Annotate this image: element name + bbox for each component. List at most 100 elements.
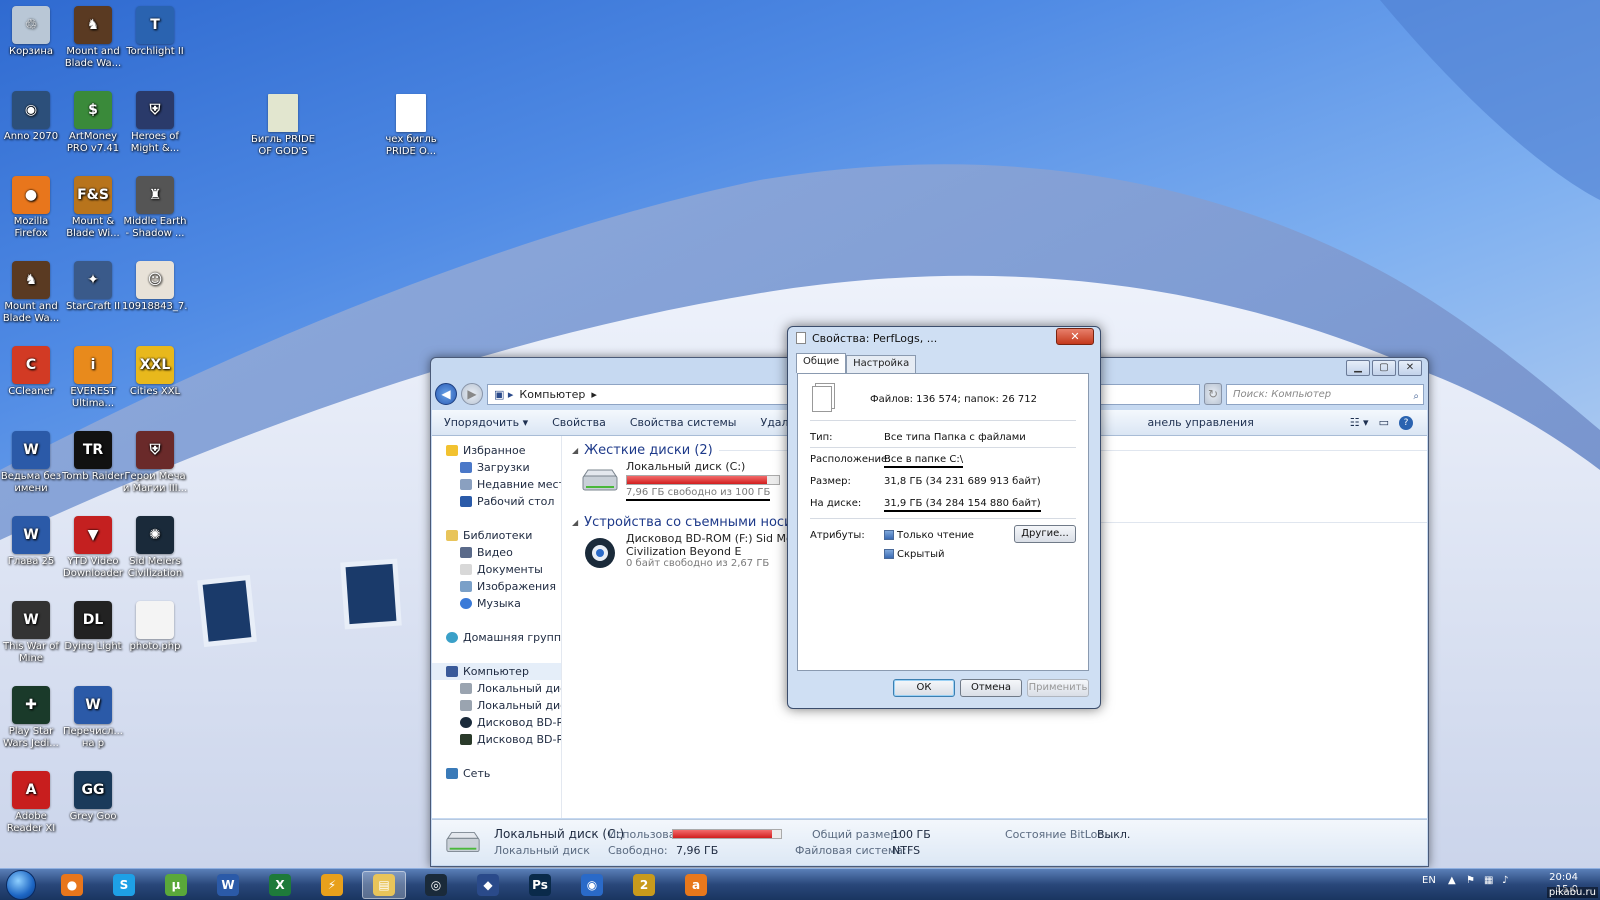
taskbar-app-skype[interactable]: S bbox=[102, 871, 146, 899]
desktop-icon[interactable]: ♞ Mount and Blade Wa... bbox=[0, 257, 62, 337]
nav-libraries[interactable]: Библиотеки bbox=[432, 527, 561, 544]
search-input[interactable]: Поиск: Компьютер ⌕ bbox=[1226, 383, 1424, 406]
details-drive-type: Локальный диск bbox=[494, 844, 590, 857]
desktop-icon[interactable]: W Глава 25 bbox=[0, 512, 62, 592]
desktop-icon[interactable]: W Ведьма без имени bbox=[0, 427, 62, 507]
nav-recent-places[interactable]: Недавние места bbox=[432, 476, 561, 493]
volume-icon[interactable]: ♪ bbox=[1502, 875, 1508, 886]
taskbar-app-word[interactable]: W bbox=[206, 871, 250, 899]
preview-pane-icon[interactable]: ▭ bbox=[1379, 416, 1389, 429]
taskbar-app-explorer[interactable]: ▤ bbox=[362, 871, 406, 899]
nav-bdrom-2[interactable]: Дисковод BD-ROM bbox=[432, 731, 561, 748]
organize-button[interactable]: Упорядочить ▾ bbox=[444, 416, 528, 429]
desktop-icon[interactable]: ✚ Play Star Wars Jedi... bbox=[0, 682, 62, 762]
desktop-icon[interactable]: W Перечисл... на р bbox=[62, 682, 124, 762]
taskbar-app-steam[interactable]: ◎ bbox=[414, 871, 458, 899]
desktop-icon[interactable]: GG Grey Goo bbox=[62, 767, 124, 847]
readonly-checkbox[interactable]: Только чтение bbox=[884, 530, 974, 541]
cancel-button[interactable]: Отмена bbox=[960, 679, 1022, 697]
desktop-icon[interactable]: ♜ Middle Earth - Shadow ... bbox=[123, 172, 187, 252]
start-button[interactable] bbox=[6, 870, 36, 900]
desktop-icon[interactable]: ● Mozilla Firefox bbox=[0, 172, 62, 252]
taskbar-app-photoshop[interactable]: Ps bbox=[518, 871, 562, 899]
desktop-icon[interactable]: i EVEREST Ultima... bbox=[62, 342, 124, 422]
nav-network[interactable]: Сеть bbox=[432, 765, 561, 782]
desktop-icon[interactable]: W This War of Mine bbox=[0, 597, 62, 677]
nav-video[interactable]: Видео bbox=[432, 544, 561, 561]
control-panel-button[interactable]: анель управления bbox=[1147, 416, 1253, 429]
tab-general[interactable]: Общие bbox=[796, 353, 847, 373]
taskbar-app-google-earth[interactable]: ◉ bbox=[570, 871, 614, 899]
desktop-icon[interactable]: C CCleaner bbox=[0, 342, 62, 422]
desktop-icon[interactable]: F&S Mount & Blade Wi... bbox=[62, 172, 124, 252]
action-center-flag-icon[interactable]: ⚑ bbox=[1466, 875, 1475, 886]
forward-button[interactable]: ▶ bbox=[461, 383, 483, 405]
ok-button[interactable]: ОК bbox=[893, 679, 955, 697]
nav-favorites[interactable]: Избранное bbox=[432, 442, 561, 459]
taskbar-app-game2[interactable]: 2 bbox=[622, 871, 666, 899]
chevron-right-icon[interactable]: ▸ bbox=[591, 388, 597, 401]
properties-button[interactable]: Свойства bbox=[552, 416, 606, 429]
nav-desktop[interactable]: Рабочий стол bbox=[432, 493, 561, 510]
taskbar-app-media-player[interactable]: ⚡ bbox=[310, 871, 354, 899]
close-button[interactable]: ✕ bbox=[1398, 360, 1422, 376]
apply-button[interactable]: Применить bbox=[1027, 679, 1089, 697]
show-hidden-icons[interactable]: ▲ bbox=[1448, 875, 1456, 886]
nav-drive-c[interactable]: Локальный диск (C bbox=[432, 680, 561, 697]
tab-customize[interactable]: Настройка bbox=[846, 355, 917, 373]
desktop-icon[interactable]: ♲ Корзина bbox=[0, 2, 62, 82]
desktop-icon[interactable]: T Torchlight II bbox=[124, 2, 186, 82]
close-button[interactable]: ✕ bbox=[1056, 328, 1094, 345]
taskbar-app-game[interactable]: ◆ bbox=[466, 871, 510, 899]
desktop-file-beagle-image[interactable]: Бигль PRIDE OF GOD'S LUI bbox=[251, 90, 315, 170]
refresh-button[interactable]: ↻ bbox=[1204, 383, 1222, 405]
desktop-icon[interactable]: photo.php bbox=[124, 597, 186, 677]
nav-music[interactable]: Музыка bbox=[432, 595, 561, 612]
desktop-icon[interactable]: ✺Sid Meiers Civilization ... bbox=[124, 512, 186, 592]
desktop-icon[interactable]: TR Tomb Raider bbox=[62, 427, 124, 507]
desktop-icon[interactable]: ☺ 10918843_7... bbox=[122, 257, 188, 337]
nav-homegroup[interactable]: Домашняя группа bbox=[432, 629, 561, 646]
other-attributes-button[interactable]: Другие... bbox=[1014, 525, 1076, 543]
language-indicator[interactable]: EN bbox=[1422, 875, 1436, 886]
hidden-checkbox[interactable]: Скрытый bbox=[884, 549, 945, 560]
desktop-icon[interactable]: ▼ YTD Video Downloader bbox=[62, 512, 124, 592]
nav-bdrom-1[interactable]: Дисковод BD-ROM bbox=[432, 714, 561, 731]
search-icon[interactable]: ⌕ bbox=[1413, 387, 1419, 406]
minimize-button[interactable]: ▁ bbox=[1346, 360, 1370, 376]
desktop-icon[interactable]: $ ArtMoney PRO v7.41 bbox=[62, 87, 124, 167]
desktop-icon[interactable]: ◉ Anno 2070 bbox=[0, 87, 62, 167]
nav-computer[interactable]: Компьютер bbox=[432, 663, 561, 680]
taskbar-app-excel[interactable]: X bbox=[258, 871, 302, 899]
view-options-icon[interactable]: ☷ ▾ bbox=[1350, 416, 1369, 429]
nav-label: Документы bbox=[477, 563, 543, 576]
desktop-icon[interactable]: ⛨ Heroes of Might &... bbox=[124, 87, 186, 167]
help-icon[interactable]: ? bbox=[1399, 415, 1413, 430]
nav-downloads[interactable]: Загрузки bbox=[432, 459, 561, 476]
desktop-icon[interactable]: ♞ Mount and Blade Wa... bbox=[62, 2, 124, 82]
checkbox-indeterminate-icon[interactable] bbox=[884, 530, 894, 540]
network-tray-icon[interactable]: ▦ bbox=[1484, 875, 1493, 886]
taskbar-app-avast[interactable]: a bbox=[674, 871, 718, 899]
collapse-icon[interactable]: ◢ bbox=[572, 518, 578, 527]
row-value: 31,9 ГБ (34 284 154 880 байт) bbox=[884, 498, 1041, 512]
details-usage-bar bbox=[672, 829, 782, 839]
nav-documents[interactable]: Документы bbox=[432, 561, 561, 578]
collapse-icon[interactable]: ◢ bbox=[572, 446, 578, 455]
desktop-icon[interactable]: DL Dying Light bbox=[62, 597, 124, 677]
taskbar-app-utorrent[interactable]: µ bbox=[154, 871, 198, 899]
desktop-icon[interactable]: ⛨ Герои Меча и Магии III... bbox=[123, 427, 187, 507]
breadcrumb-computer[interactable]: Компьютер bbox=[519, 388, 585, 401]
desktop-icon[interactable]: A Adobe Reader XI bbox=[0, 767, 62, 847]
desktop-file-czech-beagle[interactable]: чех бигль PRIDE O... bbox=[380, 90, 442, 170]
taskbar-app-firefox[interactable]: ● bbox=[50, 871, 94, 899]
nav-pictures[interactable]: Изображения bbox=[432, 578, 561, 595]
nav-drive-d[interactable]: Локальный диск (D bbox=[432, 697, 561, 714]
desktop-icon[interactable]: XXL Cities XXL bbox=[124, 342, 186, 422]
system-properties-button[interactable]: Свойства системы bbox=[630, 416, 737, 429]
checkbox-indeterminate-icon[interactable] bbox=[884, 549, 894, 559]
desktop-icon[interactable]: ✦ StarCraft II bbox=[62, 257, 124, 337]
dialog-titlebar[interactable]: Свойства: PerfLogs, ... ✕ bbox=[788, 327, 1100, 349]
back-button[interactable]: ◀ bbox=[435, 383, 457, 405]
maximize-button[interactable]: ▢ bbox=[1372, 360, 1396, 376]
